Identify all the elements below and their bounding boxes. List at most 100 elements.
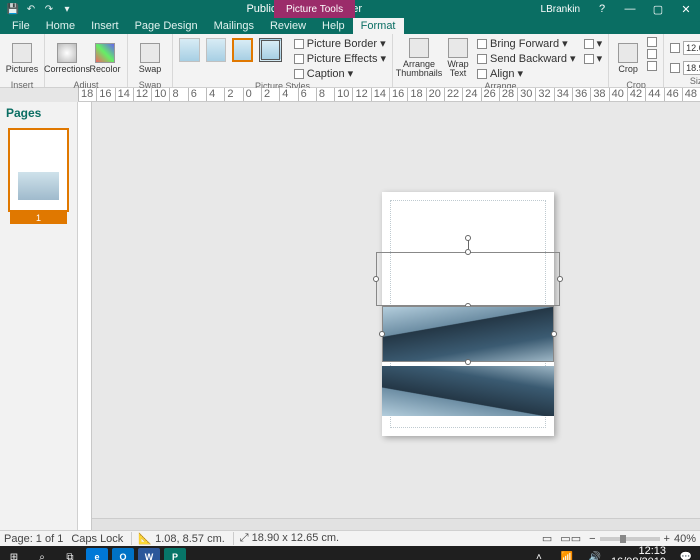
fit-icon [647,37,657,47]
save-icon[interactable]: 💾 [6,2,20,16]
canvas-area[interactable] [78,102,700,530]
vertical-ruler [78,102,92,530]
zoom-out-icon[interactable]: − [589,533,595,545]
tab-page-design[interactable]: Page Design [127,18,206,34]
placed-image-top[interactable] [382,306,554,362]
height-input[interactable]: 12.65 cm [683,41,700,55]
taskbar-edge[interactable]: e [86,548,108,560]
taskbar-word[interactable]: W [138,548,160,560]
picture-style-1[interactable] [179,38,200,62]
wrap-text-button[interactable]: Wrap Text [443,36,473,80]
selected-text-box[interactable] [376,252,560,306]
taskbar-publisher[interactable]: P [164,548,186,560]
bring-forward-label: Bring Forward [490,38,559,50]
status-position: 📐 1.08, 8.57 cm. [131,532,224,545]
pictures-button[interactable]: Pictures [4,36,40,80]
placed-image-bottom[interactable] [382,366,554,416]
resize-handle-top[interactable] [465,249,471,255]
horizontal-ruler: 1816141210864202468101214161820222426283… [78,88,700,102]
tab-file[interactable]: File [4,18,38,34]
status-page: Page: 1 of 1 [4,533,63,545]
crop-button[interactable]: Crop [613,36,643,80]
chevron-down-icon: ▾ [517,67,523,80]
corrections-icon [57,43,77,63]
width-input[interactable]: 18.9 cm [683,61,700,75]
search-icon[interactable]: ⌕ [30,548,54,560]
fit-button[interactable] [645,36,659,48]
tab-review[interactable]: Review [262,18,314,34]
align-icon [477,69,487,79]
recolor-button[interactable]: Recolor [87,36,123,80]
group-insert: Pictures Insert [0,34,45,87]
clear-crop-button[interactable] [645,60,659,72]
tab-mailings[interactable]: Mailings [206,18,262,34]
start-button[interactable]: ⊞ [2,548,26,560]
group-label-insert: Insert [4,80,40,91]
corrections-label: Corrections [44,65,90,74]
redo-icon[interactable]: ↷ [42,2,56,16]
group-size: 12.65 cm 18.9 cm Size [664,34,700,87]
undo-icon[interactable]: ↶ [24,2,38,16]
maximize-icon[interactable]: ▢ [646,0,670,18]
picture-border-button[interactable]: Picture Border▾ [292,36,388,51]
taskbar-outlook[interactable]: O [112,548,134,560]
tab-format[interactable]: Format [353,18,404,34]
tray-volume-icon[interactable]: 🔊 [583,548,607,560]
resize-handle-right[interactable] [557,276,563,282]
zoom-level[interactable]: 40% [674,533,696,545]
resize-handle-right[interactable] [551,331,557,337]
close-icon[interactable]: ✕ [674,0,698,18]
arrange-thumbnails-button[interactable]: Arrange Thumbnails [397,36,441,80]
fill-button[interactable] [645,48,659,60]
page-thumbnail-1[interactable]: 1 [8,128,69,212]
qat-more-icon[interactable]: ▾ [60,2,74,16]
group-crop: Crop Crop [609,34,664,87]
arrange-thumbnails-label: Arrange Thumbnails [396,60,443,78]
bring-forward-icon [477,39,487,49]
zoom-slider[interactable] [600,537,660,541]
picture-style-2[interactable] [206,38,227,62]
view-single-page-icon[interactable]: ▭ [542,532,552,545]
chevron-down-icon: ▾ [597,37,603,50]
task-view-icon[interactable]: ⧉ [58,548,82,560]
canvas[interactable] [92,102,700,530]
bring-forward-button[interactable]: Bring Forward▾ [475,36,578,51]
resize-handle-left[interactable] [379,331,385,337]
rotate-button[interactable]: ▾ [582,51,605,66]
chevron-down-icon: ▾ [597,52,603,65]
group-arrange: Arrange Thumbnails Wrap Text Bring Forwa… [393,34,609,87]
pictures-icon [12,43,32,63]
swap-button[interactable]: Swap [132,36,168,80]
picture-style-4[interactable] [259,38,281,62]
tray-network-icon[interactable]: 📶 [555,548,579,560]
crop-label: Crop [618,65,638,74]
tab-help[interactable]: Help [314,18,353,34]
publication-page[interactable] [382,192,554,436]
resize-handle-bottom[interactable] [465,359,471,365]
recolor-icon [95,43,115,63]
rotation-handle[interactable] [465,235,471,241]
align-button[interactable]: Align▾ [475,66,578,81]
corrections-button[interactable]: Corrections [49,36,85,80]
picture-style-3[interactable] [232,38,253,62]
page-thumbnail-number: 1 [10,212,67,224]
tab-home[interactable]: Home [38,18,83,34]
picture-effects-button[interactable]: Picture Effects▾ [292,51,388,66]
resize-handle-left[interactable] [373,276,379,282]
action-center-icon[interactable]: 💬 [674,548,698,560]
user-name[interactable]: LBrankin [535,0,586,18]
minimize-icon[interactable]: — [618,0,642,18]
tab-insert[interactable]: Insert [83,18,127,34]
crop-icon [618,43,638,63]
caption-button[interactable]: Caption▾ [292,66,388,81]
group-button[interactable]: ▾ [582,36,605,51]
send-backward-button[interactable]: Send Backward▾ [475,51,578,66]
zoom-in-icon[interactable]: + [664,533,670,545]
effects-icon [294,54,304,64]
view-two-page-icon[interactable]: ▭▭ [560,532,581,545]
help-icon[interactable]: ? [590,0,614,18]
tray-chevron-icon[interactable]: ˄ [527,548,551,560]
zoom-control[interactable]: − + 40% [589,533,696,545]
taskbar-clock[interactable]: 12:13 16/08/2019 [611,546,670,560]
horizontal-scrollbar[interactable] [92,518,700,530]
